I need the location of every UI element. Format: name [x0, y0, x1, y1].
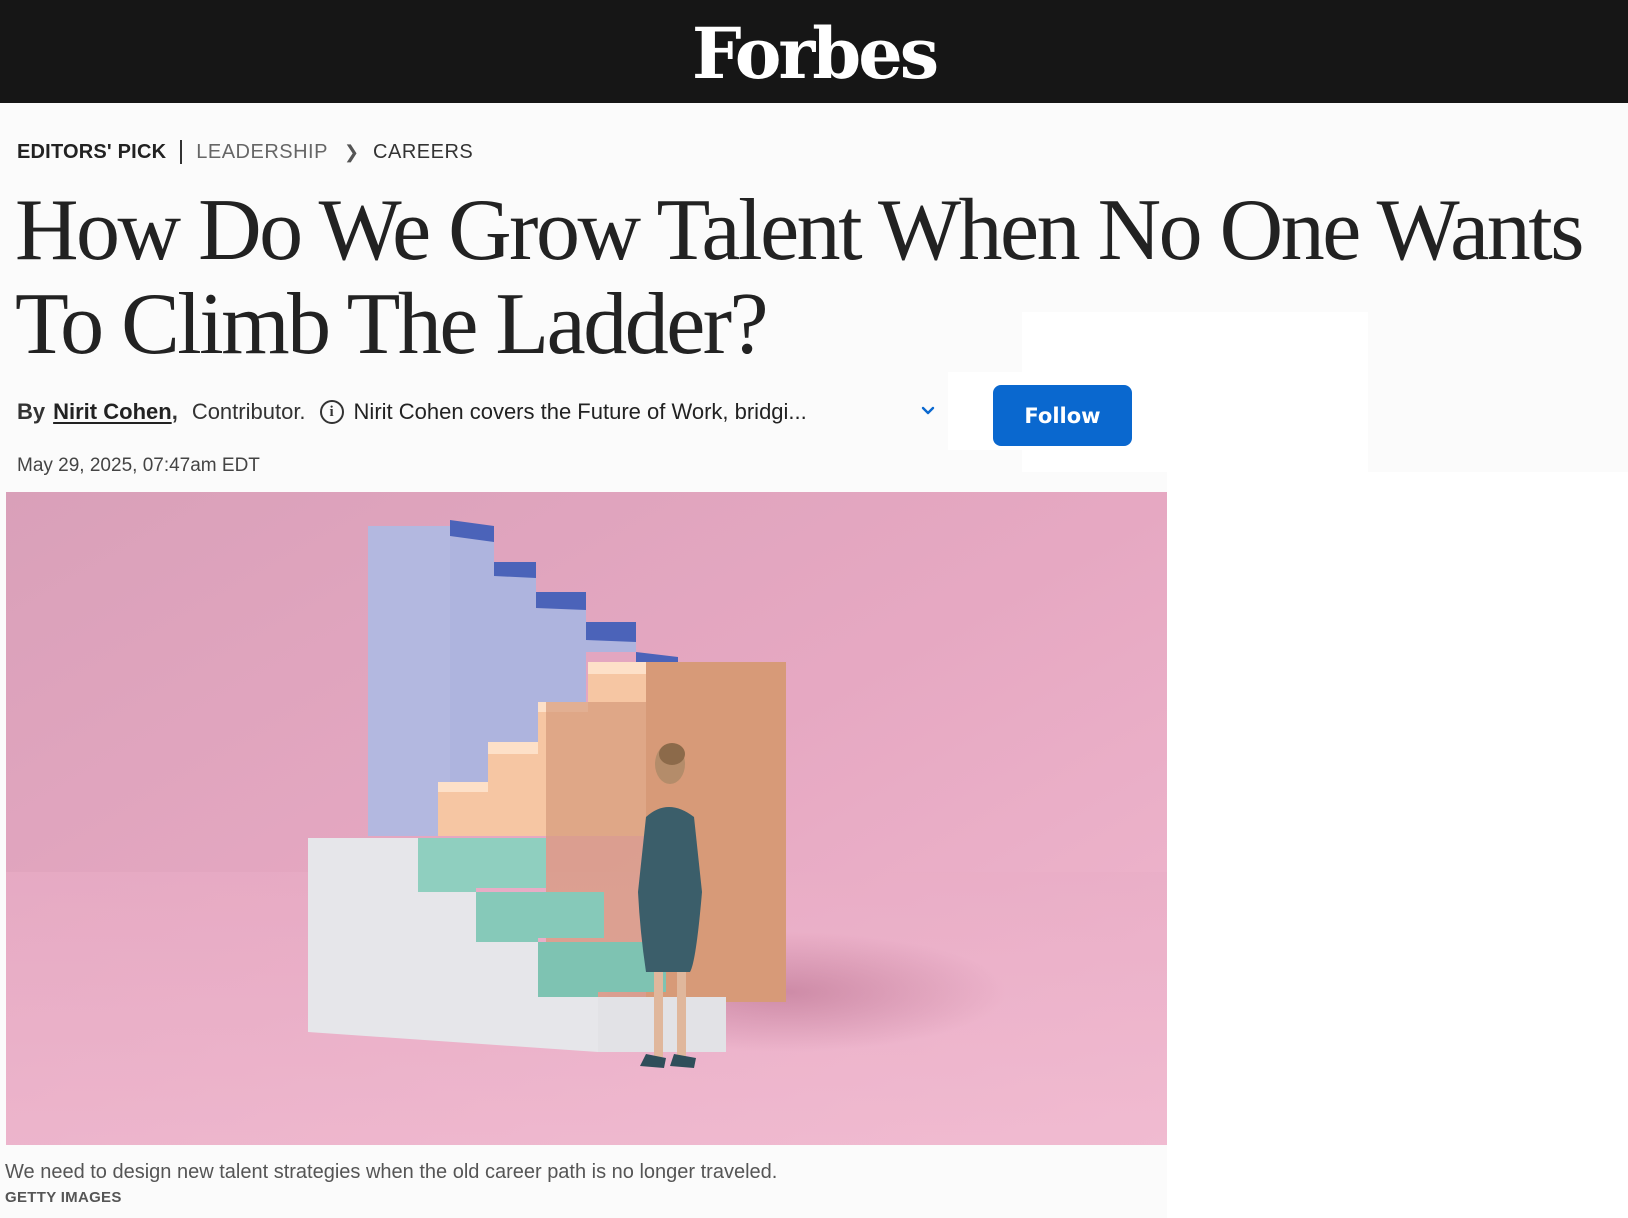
image-credit: GETTY IMAGES [5, 1189, 122, 1206]
image-caption: We need to design new talent strategies … [5, 1161, 778, 1183]
follow-button[interactable]: Follow [993, 385, 1132, 446]
publish-timestamp: May 29, 2025, 07:47am EDT [17, 455, 260, 476]
author-link[interactable]: Nirit Cohen [53, 399, 172, 425]
chevron-right-icon: ❯ [343, 141, 360, 162]
right-rail [1167, 472, 1628, 1218]
byline-comma: , [171, 399, 178, 424]
hero-image [6, 492, 1167, 1145]
info-icon[interactable]: i [319, 400, 344, 424]
by-label: By [17, 399, 46, 424]
author-role: Contributor. [191, 399, 306, 424]
masthead: Forbes [0, 0, 1628, 103]
breadcrumb: EDITORS' PICK LEADERSHIP ❯ CAREERS [17, 140, 473, 164]
chevron-down-icon[interactable] [918, 401, 938, 421]
breadcrumb-leadership-link[interactable]: LEADERSHIP [196, 141, 328, 164]
forbes-logo[interactable]: Forbes [0, 14, 1628, 94]
byline: By Nirit Cohen , Contributor. i Nirit Co… [17, 397, 807, 427]
breadcrumb-divider [180, 140, 183, 164]
author-bio-preview: Nirit Cohen covers the Future of Work, b… [353, 399, 807, 424]
article-headline: How Do We Grow Talent When No One Wants … [15, 182, 1584, 373]
breadcrumb-careers-link[interactable]: CAREERS [373, 141, 473, 164]
editors-pick-label: EDITORS' PICK [17, 140, 167, 163]
